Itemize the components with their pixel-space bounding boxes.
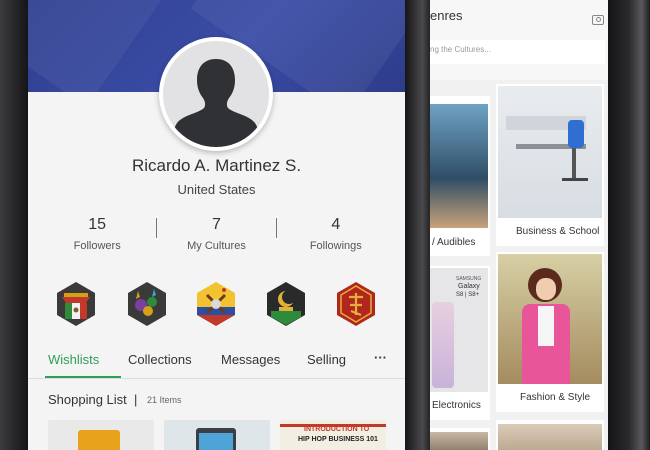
genre-label: Electronics — [432, 400, 481, 411]
list-item-thumbnail[interactable] — [164, 420, 270, 450]
more-tabs-button[interactable]: ··· — [374, 350, 387, 365]
genre-label: / Audibles — [432, 237, 476, 248]
tabs-divider — [28, 378, 405, 379]
genres-screen: enres ng the Cultures... / Audibles Busi… — [430, 0, 608, 450]
device-mockup-scene: Ricardo A. Martinez S. United States 15 … — [0, 0, 650, 450]
genre-card-partial[interactable] — [430, 428, 490, 450]
phone-brand-text: SAMSUNG — [456, 276, 482, 282]
list-item-thumbnail[interactable]: INTRODUCTION TO HIP HOP BUSINESS 101 — [280, 420, 386, 450]
colombia-music-badge-icon[interactable] — [195, 281, 237, 327]
genre-image — [498, 86, 602, 218]
genre-card-business-school[interactable]: Business & School — [496, 84, 604, 246]
stat-followings[interactable]: 4 Followings — [277, 216, 395, 256]
mardi-gras-badge-icon[interactable] — [126, 281, 168, 327]
list-title: Shopping List — [48, 392, 127, 407]
tab-wishlists[interactable]: Wishlists — [48, 352, 99, 367]
stat-label: Followings — [309, 240, 362, 252]
genre-label: Fashion & Style — [520, 392, 591, 403]
chinese-culture-badge-icon[interactable] — [335, 281, 377, 327]
stat-my-cultures[interactable]: 7 My Cultures — [157, 216, 275, 256]
tab-messages[interactable]: Messages — [221, 352, 280, 367]
mexico-culture-badge-icon[interactable] — [55, 281, 97, 327]
left-phone-frame: Ricardo A. Martinez S. United States 15 … — [0, 0, 430, 450]
device-screen — [199, 433, 233, 450]
list-item-thumbnail[interactable] — [48, 420, 154, 450]
book-title-line-2: HIP HOP BUSINESS 101 — [298, 436, 378, 443]
tab-collections[interactable]: Collections — [128, 352, 192, 367]
genre-card-electronics[interactable]: SAMSUNG Galaxy S8 | S8+ Electronics — [430, 266, 490, 420]
genre-card-partial[interactable] — [496, 420, 604, 450]
genre-image — [430, 104, 488, 228]
stat-label: Followers — [73, 240, 121, 252]
profile-name: Ricardo A. Martinez S. — [131, 156, 302, 175]
list-item-count: 21 Items — [147, 395, 182, 405]
stat-value: 4 — [331, 216, 341, 233]
avatar[interactable] — [159, 37, 273, 151]
stat-value: 15 — [88, 216, 107, 233]
phone-model-text: Galaxy — [458, 283, 480, 290]
profile-country: United States — [177, 182, 256, 197]
tab-selling[interactable]: Selling — [307, 352, 346, 367]
phone-bezel — [608, 0, 650, 450]
genres-header: enres ng the Cultures... — [430, 0, 608, 80]
stat-label: My Cultures — [187, 240, 246, 252]
stat-value: 7 — [212, 216, 221, 233]
camera-icon[interactable] — [592, 15, 604, 25]
genre-label: Business & School — [516, 226, 600, 237]
profile-screen: Ricardo A. Martinez S. United States 15 … — [28, 0, 405, 450]
stat-followers[interactable]: 15 Followers — [38, 216, 156, 256]
genre-card-fashion-style[interactable]: Fashion & Style — [496, 252, 604, 412]
list-separator: | — [134, 392, 138, 407]
genre-image — [498, 254, 602, 384]
product-image — [78, 430, 120, 450]
genre-image: SAMSUNG Galaxy S8 | S8+ — [430, 268, 488, 392]
genre-image — [430, 432, 488, 450]
crescent-moon-badge-icon[interactable] — [265, 281, 307, 327]
phone-variant-text: S8 | S8+ — [456, 292, 480, 298]
search-placeholder: ng the Cultures... — [430, 45, 491, 54]
genres-title: enres — [430, 8, 463, 23]
phone-bezel — [405, 0, 430, 450]
culture-badges — [55, 281, 385, 327]
book-title-line-1: INTRODUCTION TO — [304, 426, 370, 433]
genre-image — [498, 424, 602, 450]
phone-bezel — [0, 0, 28, 450]
profile-stats: 15 Followers 7 My Cultures 4 Followings — [38, 216, 395, 256]
genre-card-audibles[interactable]: / Audibles — [430, 96, 490, 256]
person-silhouette-icon — [163, 41, 269, 147]
right-phone-frame: enres ng the Cultures... / Audibles Busi… — [430, 0, 650, 450]
